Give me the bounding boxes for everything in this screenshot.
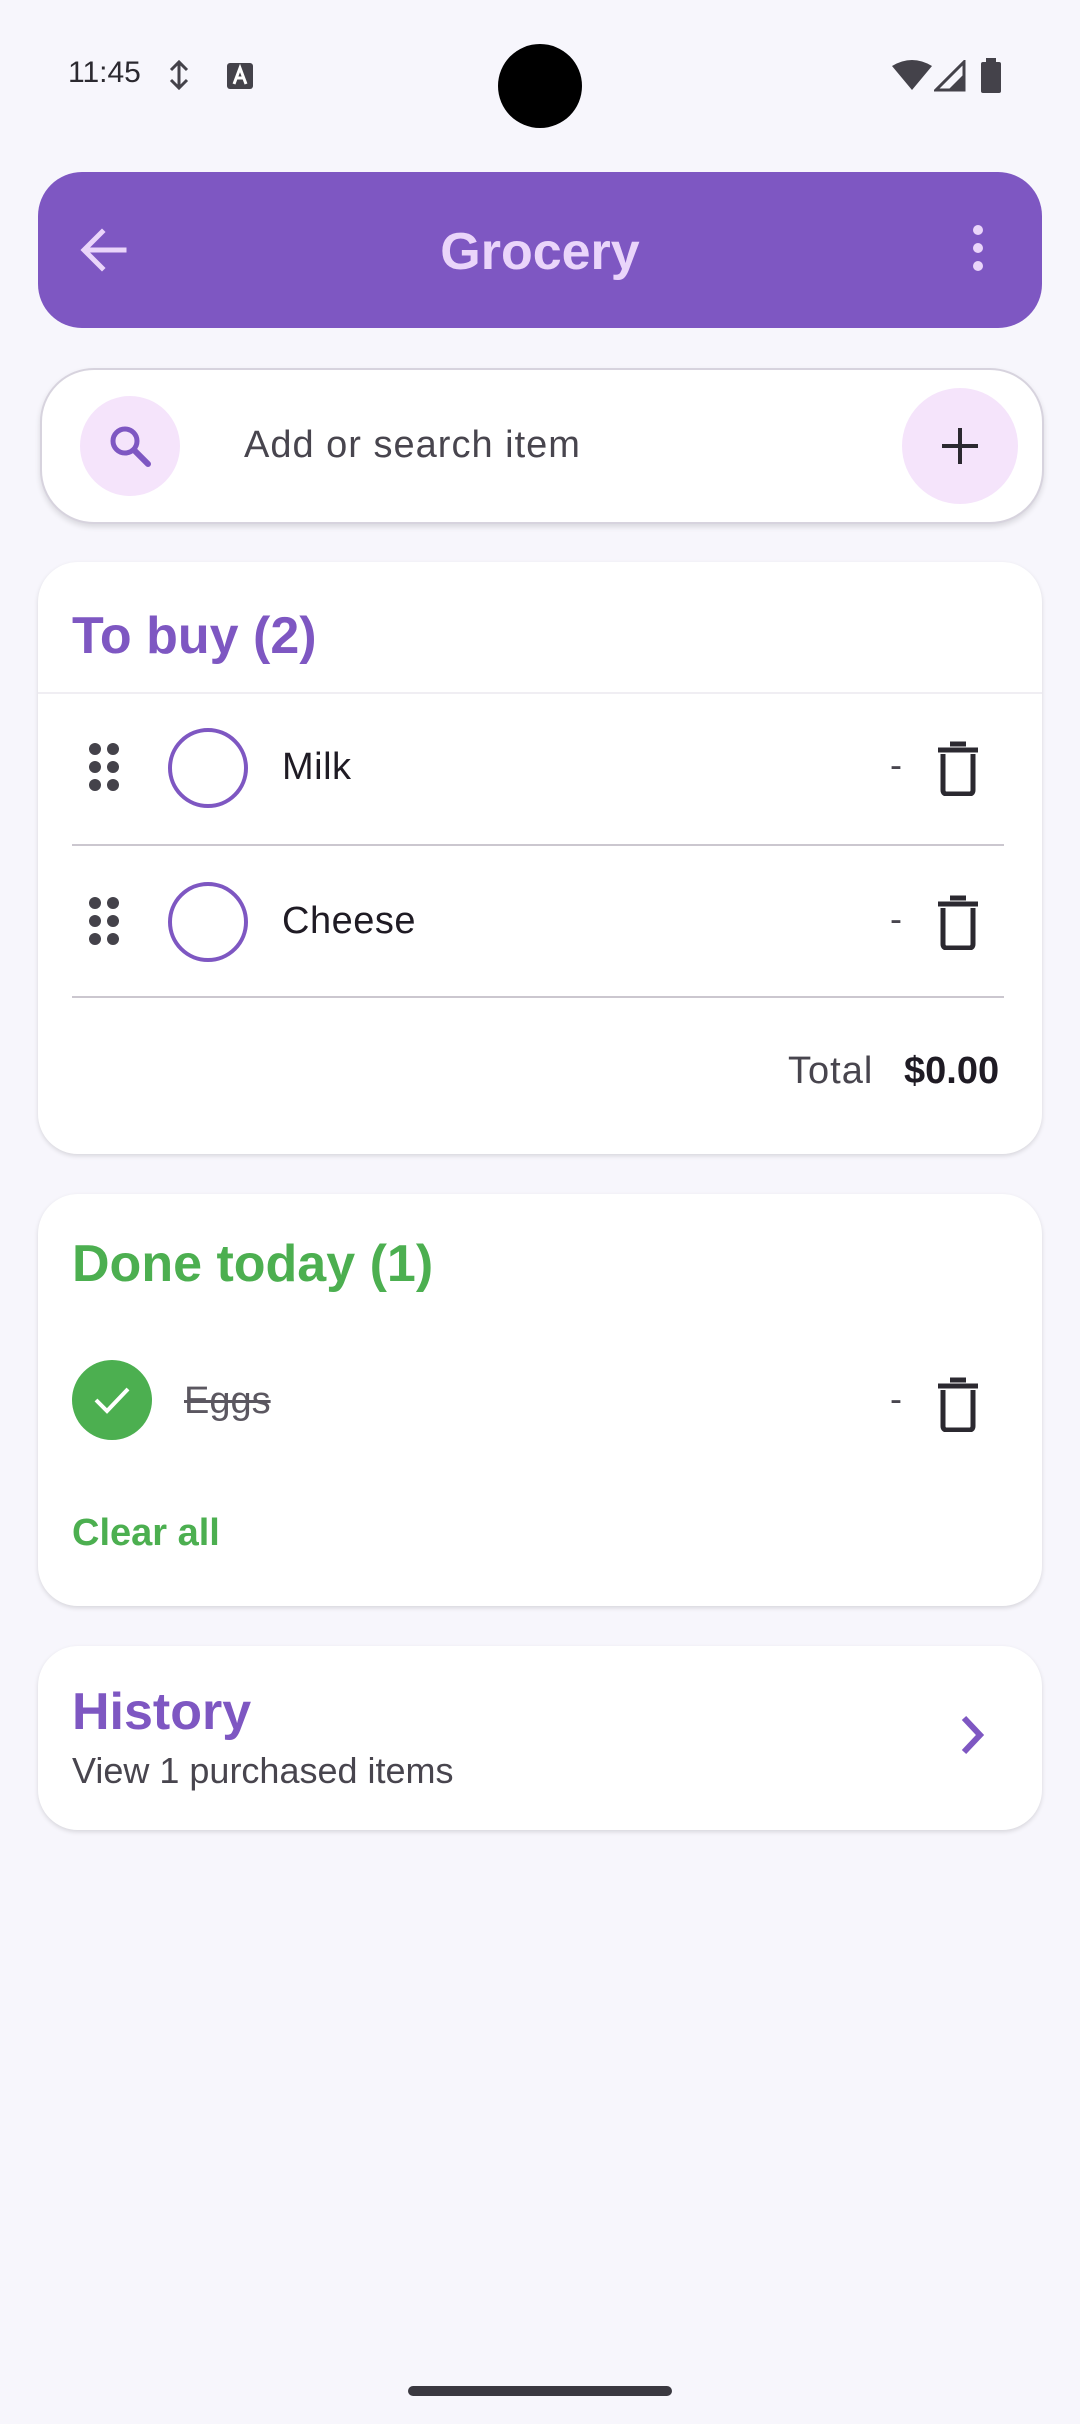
item-checkbox[interactable] bbox=[168, 728, 248, 808]
drag-handle-icon[interactable] bbox=[88, 742, 120, 792]
history-card[interactable]: History View 1 purchased items bbox=[38, 1646, 1042, 1830]
item-price: - bbox=[890, 898, 902, 939]
item-name: Cheese bbox=[282, 900, 416, 942]
battery-icon bbox=[981, 58, 1001, 93]
total-label: Total bbox=[788, 1050, 874, 1092]
history-subtitle: View 1 purchased items bbox=[72, 1750, 454, 1791]
to-buy-title: To buy (2) bbox=[72, 607, 317, 665]
status-time: 11:45 bbox=[68, 56, 141, 89]
done-today-card: Done today (1) Eggs - Clear all bbox=[38, 1194, 1042, 1606]
font-status-icon bbox=[227, 63, 253, 89]
list-item[interactable]: Cheese - bbox=[38, 846, 1038, 996]
list-item[interactable]: Milk - bbox=[38, 692, 1038, 842]
drag-handle-icon[interactable] bbox=[88, 896, 120, 946]
item-price: - bbox=[890, 744, 902, 785]
to-buy-card: To buy (2) Milk - Cheese - Total $0.00 bbox=[38, 562, 1042, 1154]
wifi-icon bbox=[892, 60, 932, 90]
camera-cutout bbox=[498, 44, 582, 128]
done-today-title: Done today (1) bbox=[72, 1235, 434, 1293]
trash-icon[interactable] bbox=[934, 1376, 982, 1432]
row-divider bbox=[72, 996, 1004, 998]
check-icon bbox=[94, 1387, 130, 1414]
signal-icon bbox=[934, 60, 966, 92]
more-vert-icon[interactable] bbox=[948, 218, 1008, 278]
item-checkbox[interactable] bbox=[168, 882, 248, 962]
add-icon bbox=[942, 428, 978, 464]
search-icon bbox=[110, 426, 151, 467]
done-checkbox[interactable] bbox=[72, 1360, 152, 1440]
clear-all-button[interactable]: Clear all bbox=[72, 1512, 220, 1555]
item-name: Milk bbox=[282, 746, 352, 788]
done-item-price: - bbox=[890, 1378, 902, 1419]
search-button[interactable] bbox=[80, 396, 180, 496]
top-app-bar: Grocery bbox=[38, 172, 1042, 328]
location-status-icon bbox=[169, 60, 189, 90]
chevron-right-icon[interactable] bbox=[948, 1710, 998, 1760]
add-item-button[interactable] bbox=[902, 388, 1018, 504]
page-title: Grocery bbox=[440, 223, 640, 281]
search-bar[interactable]: Add or search item bbox=[40, 368, 1044, 524]
done-item-name: Eggs bbox=[184, 1380, 271, 1422]
search-input[interactable]: Add or search item bbox=[244, 424, 581, 467]
home-indicator[interactable] bbox=[408, 2386, 672, 2396]
history-title: History bbox=[72, 1683, 252, 1741]
trash-icon[interactable] bbox=[934, 740, 982, 796]
total-value: $0.00 bbox=[904, 1050, 1000, 1092]
trash-icon[interactable] bbox=[934, 894, 982, 950]
